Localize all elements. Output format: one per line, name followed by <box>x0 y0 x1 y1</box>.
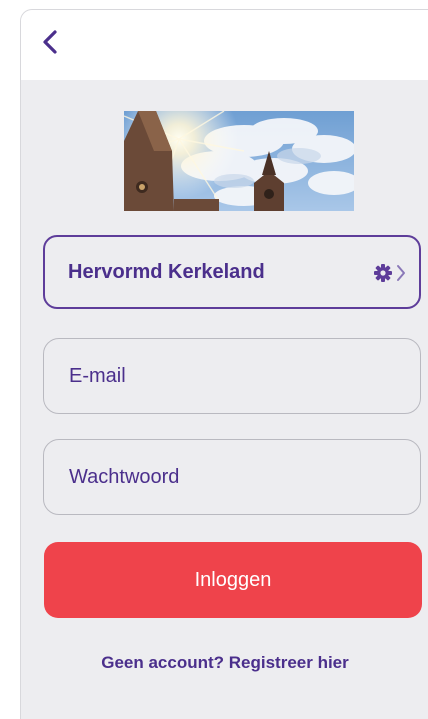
gear-icon <box>374 264 392 282</box>
app-frame: Hervormd Kerkeland E-mail Wachtwoord Inl… <box>20 9 428 719</box>
hero-image <box>124 111 354 211</box>
top-bar <box>21 10 428 80</box>
password-field[interactable]: Wachtwoord <box>43 439 421 515</box>
email-field[interactable]: E-mail <box>43 338 421 414</box>
register-link[interactable]: Geen account? Registreer hier <box>21 653 428 673</box>
login-button[interactable]: Inloggen <box>44 542 422 618</box>
church-selector[interactable]: Hervormd Kerkeland <box>43 235 421 309</box>
chevron-right-icon <box>397 265 405 281</box>
email-placeholder: E-mail <box>69 364 126 387</box>
church-name: Hervormd Kerkeland <box>68 260 265 283</box>
password-placeholder: Wachtwoord <box>69 465 180 488</box>
chevron-left-icon <box>43 30 57 54</box>
back-button[interactable] <box>35 24 65 60</box>
